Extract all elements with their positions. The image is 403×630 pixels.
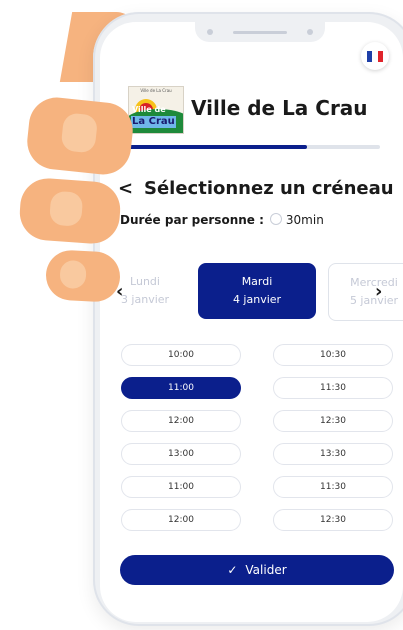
day-name: Mardi — [241, 275, 273, 288]
duration-value: 30min — [285, 213, 324, 227]
clock-icon — [269, 213, 282, 225]
time-slot-button[interactable]: 10:30 — [273, 344, 393, 366]
time-slot-button[interactable]: 13:30 — [273, 443, 393, 465]
time-slot-button[interactable]: 11:30 — [273, 476, 393, 498]
validate-label: Valider — [245, 563, 287, 577]
language-flag-button[interactable] — [361, 42, 389, 70]
time-slot-button[interactable]: 12:30 — [273, 410, 393, 432]
time-slot-button[interactable]: 12:30 — [273, 509, 393, 531]
day-date: 4 janvier — [232, 293, 282, 306]
town-name: Ville de La Crau — [191, 96, 368, 120]
logo-lacrau-text: La Crau — [131, 116, 176, 128]
day-date: 3 janvier — [120, 293, 170, 306]
page-title: Sélectionnez un créneau — [144, 178, 394, 199]
time-slot-button[interactable]: 11:00 — [121, 377, 241, 399]
back-chevron-icon[interactable]: < — [118, 178, 133, 199]
day-card-selected[interactable]: Mardi 4 janvier — [198, 263, 316, 319]
progress-bar — [118, 145, 380, 149]
day-card-next[interactable]: Mercredi 5 janvier — [328, 263, 403, 321]
check-icon: ✓ — [227, 563, 238, 577]
finger-3 — [44, 249, 122, 303]
time-slot-button[interactable]: 12:00 — [121, 509, 241, 531]
time-slot-button[interactable]: 11:00 — [121, 476, 241, 498]
duration-info: Durée par personne : 30min — [120, 213, 324, 227]
time-slot-button[interactable]: 11:30 — [273, 377, 393, 399]
time-slot-button[interactable]: 10:00 — [121, 344, 241, 366]
day-date: 5 janvier — [349, 294, 399, 307]
duration-label: Durée par personne : — [120, 213, 264, 227]
day-name: Mercredi — [350, 276, 398, 289]
time-slot-button[interactable]: 12:00 — [121, 410, 241, 432]
french-flag-icon — [367, 50, 383, 62]
finger-1 — [24, 94, 136, 178]
progress-fill — [118, 145, 307, 149]
chevron-right-icon[interactable]: › — [375, 281, 382, 302]
validate-button[interactable]: ✓ Valider — [120, 555, 394, 585]
phone-notch — [195, 22, 325, 42]
finger-2 — [17, 176, 123, 246]
time-slot-button[interactable]: 13:00 — [121, 443, 241, 465]
day-name: Lundi — [130, 275, 160, 288]
logo-small-text: Ville de La Crau — [140, 88, 172, 93]
logo-ville-text: Ville de — [132, 105, 166, 114]
town-logo: Ville de La Crau Ville de La Crau — [128, 86, 184, 134]
